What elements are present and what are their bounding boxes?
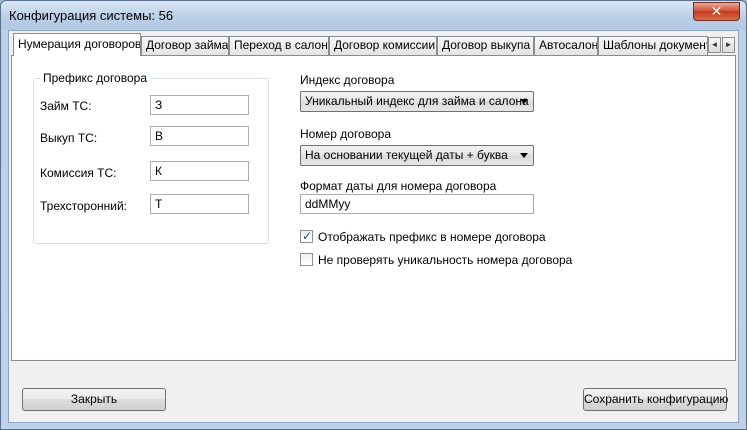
chevron-down-icon — [520, 99, 528, 104]
contract-index-value: Уникальный индекс для займа и салона — [305, 94, 529, 108]
contract-number-label: Номер договора — [300, 127, 391, 141]
title-bar[interactable]: Конфигурация системы: 56 ✕ — [1, 1, 746, 30]
commission-prefix-input[interactable]: К — [150, 161, 249, 181]
window-title: Конфигурация системы: 56 — [9, 8, 174, 23]
tab-document-templates[interactable]: Шаблоны документов — [598, 36, 708, 55]
contract-number-select[interactable]: На основании текущей даты + буква — [300, 145, 534, 166]
skip-uniqueness-checkbox[interactable] — [300, 253, 313, 266]
show-prefix-checkbox[interactable]: ✓ — [300, 229, 313, 243]
tab-autosalon[interactable]: Автосалон — [534, 36, 598, 55]
buyout-prefix-label: Выкуп ТС: — [40, 131, 98, 145]
tripartite-prefix-label: Трехсторонний: — [40, 199, 127, 213]
date-format-input[interactable]: ddMMyy — [300, 194, 534, 214]
tab-loan-contract[interactable]: Договор займа — [141, 36, 229, 55]
tab-commission-contract[interactable]: Договор комиссии — [329, 36, 437, 55]
contract-number-value: На основании текущей даты + буква — [305, 148, 508, 162]
chevron-down-icon — [520, 153, 528, 158]
contract-index-select[interactable]: Уникальный индекс для займа и салона — [300, 91, 534, 112]
tab-numbering[interactable]: Нумерация договоров — [13, 33, 141, 56]
prefix-group-title: Префикс договора — [40, 71, 150, 85]
tripartite-prefix-input[interactable]: Т — [150, 194, 249, 214]
skip-uniqueness-label[interactable]: Не проверять уникальность номера договор… — [318, 253, 572, 267]
tab-buyout-contract[interactable]: Договор выкупа — [437, 36, 534, 55]
checkmark-icon: ✓ — [302, 229, 313, 243]
tab-scroll-left-icon[interactable]: ◄ — [708, 37, 721, 53]
show-prefix-label[interactable]: Отображать префикс в номере договора — [318, 230, 546, 244]
loan-prefix-input[interactable]: З — [150, 95, 249, 115]
commission-prefix-label: Комиссия ТС: — [40, 166, 117, 180]
date-format-label: Формат даты для номера договора — [300, 179, 497, 193]
client-area: Нумерация договоров Договор займа Перехо… — [8, 30, 739, 423]
save-config-button[interactable]: Сохранить конфигурацию — [583, 388, 728, 411]
tab-scroll-right-icon[interactable]: ► — [722, 37, 735, 53]
loan-prefix-label: Займ ТС: — [40, 99, 92, 113]
tab-strip: Нумерация договоров Договор займа Перехо… — [11, 33, 737, 56]
window-close-button[interactable]: ✕ — [693, 2, 740, 21]
config-window: Конфигурация системы: 56 ✕ Нумерация дог… — [0, 0, 747, 430]
contract-index-label: Индекс договора — [300, 73, 395, 87]
tab-transfer-to-salon[interactable]: Переход в салон — [229, 36, 329, 55]
tab-page-numbering: Префикс договора Займ ТС: З Выкуп ТС: В … — [11, 55, 736, 361]
close-button[interactable]: Закрыть — [22, 388, 166, 411]
buyout-prefix-input[interactable]: В — [150, 126, 249, 146]
